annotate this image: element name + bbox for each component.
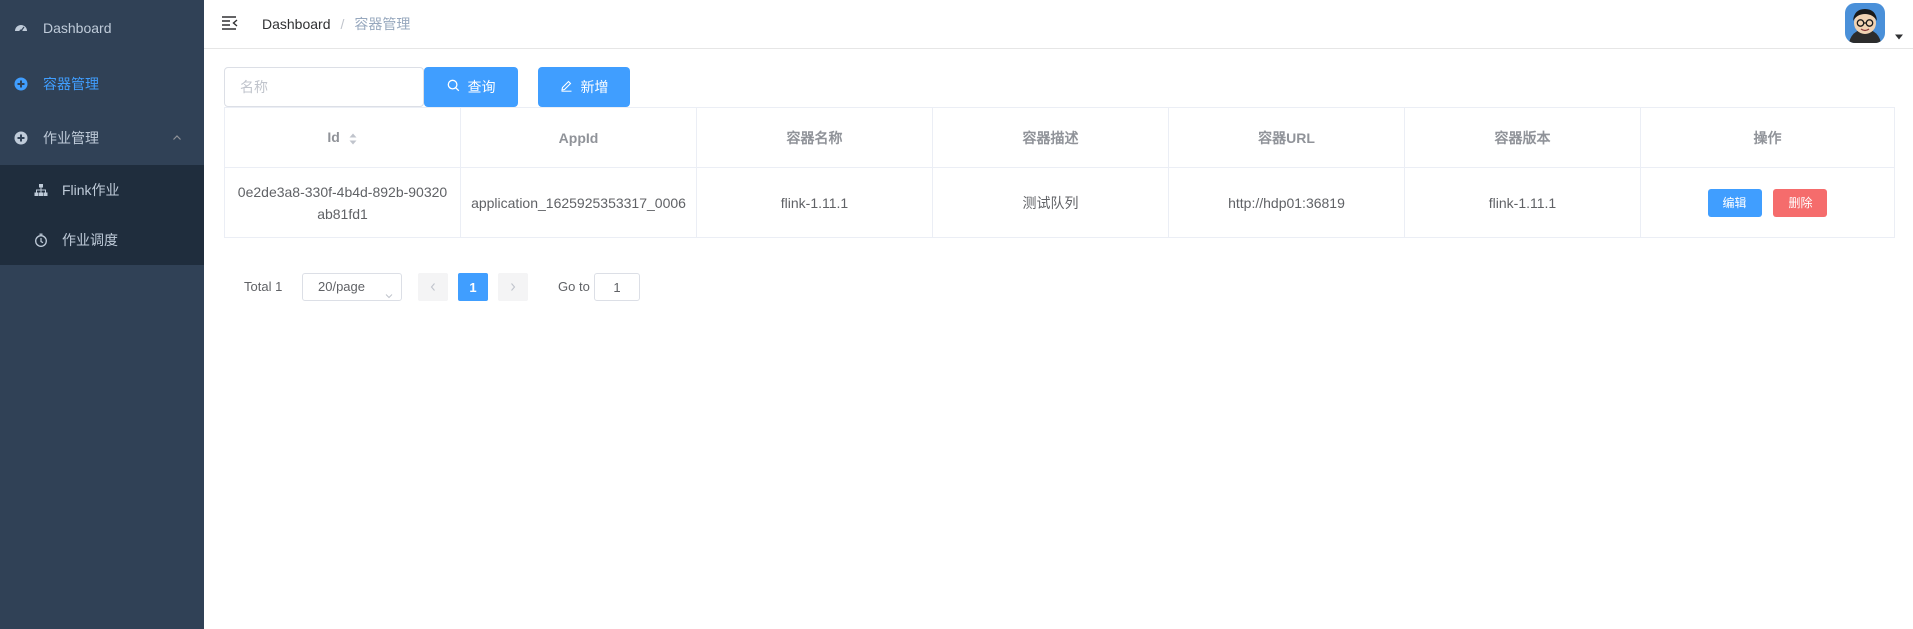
top-navbar: Dashboard / 容器管理	[204, 0, 1913, 49]
plus-circle-icon	[13, 130, 29, 146]
breadcrumb: Dashboard / 容器管理	[262, 14, 410, 34]
breadcrumb-home[interactable]: Dashboard	[262, 16, 331, 32]
sidebar-item-label: 容器管理	[43, 76, 99, 92]
column-header-actions: 操作	[1640, 107, 1895, 168]
cell-actions: 编辑 删除	[1640, 167, 1895, 238]
page-number-button[interactable]: 1	[458, 273, 488, 301]
delete-button[interactable]: 删除	[1773, 188, 1828, 217]
next-page-button[interactable]	[498, 273, 528, 301]
chevron-up-icon	[172, 133, 182, 143]
sidebar-subitem-label: 作业调度	[62, 232, 118, 248]
caret-down-icon[interactable]	[1894, 28, 1904, 40]
search-button[interactable]: 查询	[424, 67, 518, 107]
column-header-url: 容器URL	[1168, 107, 1405, 168]
prev-page-button[interactable]	[418, 273, 448, 301]
column-header-appid: AppId	[460, 107, 697, 168]
hamburger-menu-icon[interactable]	[220, 13, 240, 33]
column-header-name: 容器名称	[696, 107, 933, 168]
column-header-version: 容器版本	[1404, 107, 1641, 168]
avatar[interactable]	[1845, 3, 1885, 43]
cell-name: flink-1.11.1	[696, 167, 933, 238]
dashboard-icon	[13, 20, 29, 36]
sidebar: Dashboard 容器管理 作业管理 Flink作业 作业调度	[0, 0, 204, 629]
add-button-label: 新增	[580, 79, 609, 95]
search-icon	[447, 79, 460, 95]
cell-url: http://hdp01:36819	[1168, 167, 1405, 238]
search-button-label: 查询	[467, 79, 496, 95]
goto-page-input[interactable]	[594, 273, 640, 301]
tree-icon	[33, 182, 49, 198]
cell-appid: application_1625925353317_0006	[460, 167, 697, 238]
pagination-total: Total 1	[244, 279, 283, 294]
sidebar-item-label: 作业管理	[43, 130, 99, 146]
goto-label: Go to	[558, 279, 590, 294]
add-button[interactable]: 新增	[538, 67, 630, 107]
page-size-select[interactable]: 20/page	[302, 273, 402, 301]
sidebar-subitem-label: Flink作业	[62, 182, 120, 198]
app-root: Dashboard 容器管理 作业管理 Flink作业 作业调度 Dashboa…	[0, 0, 1913, 629]
timer-icon	[33, 232, 49, 248]
sidebar-item-label: Dashboard	[43, 20, 112, 36]
table-header-row: Id AppId 容器名称 容器描述 容器URL 容器版本 操作	[224, 107, 1895, 168]
column-header-description: 容器描述	[932, 107, 1169, 168]
page-size-value: 20/page	[318, 279, 365, 294]
edit-pen-icon	[560, 79, 573, 95]
cell-version: flink-1.11.1	[1404, 167, 1641, 238]
sidebar-item-dashboard[interactable]: Dashboard	[0, 0, 204, 56]
container-table: Id AppId 容器名称 容器描述 容器URL 容器版本 操作 0e2de3a…	[224, 107, 1895, 238]
name-search-input[interactable]	[224, 67, 424, 107]
sidebar-item-container-management[interactable]: 容器管理	[0, 56, 204, 112]
cell-description: 测试队列	[932, 167, 1169, 238]
edit-button[interactable]: 编辑	[1707, 188, 1762, 217]
sidebar-subitem-flink-job[interactable]: Flink作业	[0, 165, 204, 215]
chevron-right-icon	[509, 280, 517, 295]
sidebar-item-job-management[interactable]: 作业管理	[0, 110, 204, 166]
main-content: 查询 新增 Id AppId 容	[204, 49, 1913, 629]
cell-id: 0e2de3a8-330f-4b4d-892b-90320ab81fd1	[224, 167, 461, 238]
sidebar-subitem-job-schedule[interactable]: 作业调度	[0, 215, 204, 265]
sort-icon[interactable]	[348, 132, 358, 146]
table-row: 0e2de3a8-330f-4b4d-892b-90320ab81fd1 app…	[224, 167, 1895, 238]
plus-circle-icon	[13, 76, 29, 92]
chevron-down-icon	[385, 283, 393, 299]
column-header-label: Id	[327, 129, 340, 146]
submenu-job-management: Flink作业 作业调度	[0, 165, 204, 265]
column-header-id[interactable]: Id	[224, 107, 461, 168]
chevron-left-icon	[429, 280, 437, 295]
breadcrumb-current: 容器管理	[354, 16, 411, 32]
breadcrumb-separator: /	[340, 16, 345, 32]
